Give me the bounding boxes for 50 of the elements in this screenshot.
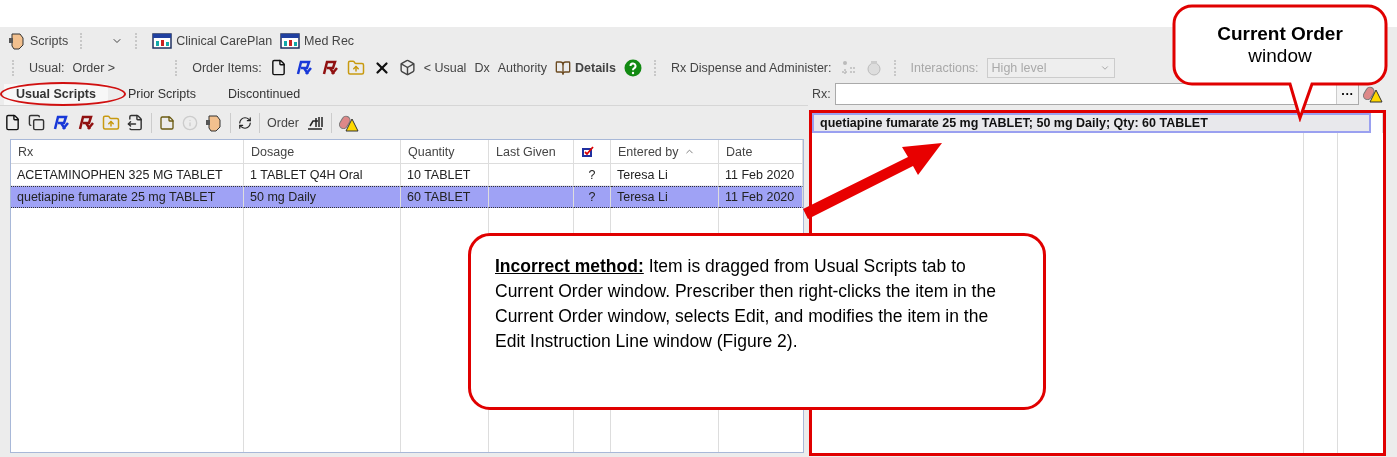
- callout-text: window: [1248, 45, 1312, 67]
- face-icon[interactable]: [205, 113, 223, 132]
- callout-text: Incorrect method: Item is dragged from Usual Scripts tab to Current Order window. Prescriber then right-clicks the item in the Current Order window, selects Edit, and modifies the item in the Edit Instruction Line window (Figure 2).: [495, 255, 997, 353]
- dispense-label: Rx Dispense and Administer:: [671, 60, 832, 75]
- callout-title: Current Order: [1217, 23, 1343, 45]
- rx-icon[interactable]: [77, 114, 95, 131]
- table-cell: 11 Feb 2020: [719, 186, 803, 208]
- scripts-button[interactable]: Scripts: [8, 31, 69, 50]
- help-icon[interactable]: [624, 58, 642, 77]
- new-icon[interactable]: [4, 114, 21, 131]
- order-link[interactable]: Order >: [72, 60, 116, 75]
- order-button[interactable]: Order: [267, 115, 299, 130]
- rx-icon[interactable]: [52, 114, 70, 131]
- tab[interactable]: Discontinued: [215, 84, 313, 105]
- window-button[interactable]: Med Rec: [280, 32, 355, 49]
- rx-icon[interactable]: [294, 59, 313, 76]
- window-button[interactable]: Clinical CarePlan: [152, 32, 273, 49]
- warning-icon[interactable]: [338, 113, 359, 132]
- window-icon: [280, 32, 301, 49]
- checkbox-flag-icon: [581, 145, 594, 158]
- rx-input-field[interactable]: ···: [834, 83, 1359, 105]
- warning-icon[interactable]: [1363, 85, 1383, 103]
- table-cell: 60 TABLET: [401, 186, 489, 208]
- note-icon[interactable]: [159, 114, 175, 131]
- order-item[interactable]: quetiapine fumarate 25 mg TABLET; 50 mg Daily; Qty: 60 TABLET: [812, 113, 1371, 133]
- details-button[interactable]: Details: [555, 59, 616, 76]
- copy-icon[interactable]: [28, 114, 45, 131]
- table-cell: 50 mg Daily: [244, 186, 401, 208]
- box-icon[interactable]: [398, 59, 416, 76]
- book-icon: [555, 59, 571, 76]
- table-cell: 11 Feb 2020: [719, 164, 803, 186]
- refresh-icon[interactable]: [238, 115, 252, 130]
- export-icon[interactable]: [127, 114, 144, 131]
- tab[interactable]: Usual Scripts: [4, 84, 108, 105]
- table-cell: quetiapine fumarate 25 mg TABLET: [11, 186, 244, 208]
- toolbar-link[interactable]: Authority: [497, 60, 547, 75]
- toolbar-link[interactable]: < Usual: [423, 60, 467, 75]
- window-icon: [152, 32, 173, 49]
- usual-label: Usual:: [29, 60, 65, 75]
- tab[interactable]: Prior Scripts: [115, 84, 208, 105]
- rx-label: Rx:: [812, 87, 831, 101]
- browse-button[interactable]: ···: [1336, 84, 1358, 104]
- new-icon[interactable]: [269, 59, 287, 76]
- order-items-label: Order Items:: [192, 60, 262, 75]
- interactions-label: Interactions:: [910, 60, 979, 75]
- face-icon: [8, 31, 26, 50]
- table-cell: ?: [574, 186, 611, 208]
- table-cell: Teresa Li: [611, 186, 719, 208]
- rx-icon[interactable]: [320, 59, 339, 76]
- toolbar-link[interactable]: Dx: [474, 60, 490, 75]
